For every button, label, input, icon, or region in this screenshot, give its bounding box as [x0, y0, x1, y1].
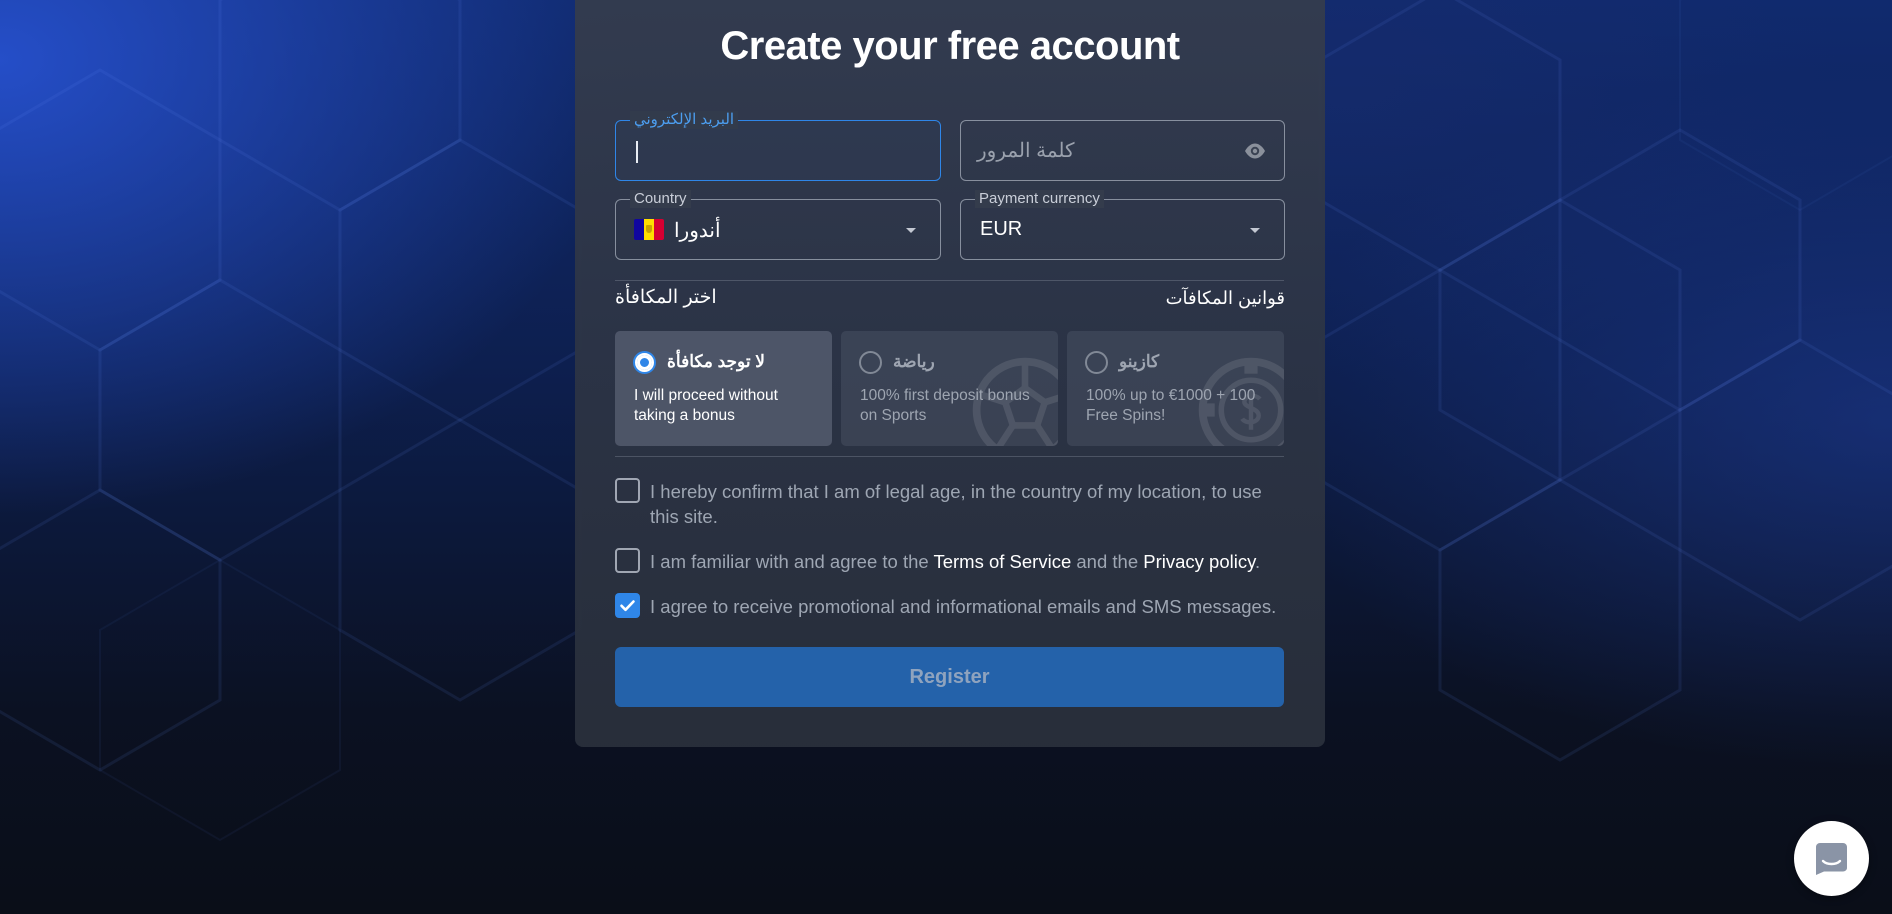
privacy-policy-link[interactable]: Privacy policy [1143, 551, 1255, 572]
currency-label: Payment currency [975, 190, 1104, 208]
bonus-option-none[interactable]: لا توجد مكافأة I will proceed without ta… [615, 331, 832, 446]
bonus-option-title: رياضة [893, 352, 935, 371]
email-label: البريد الإلكتروني [630, 111, 739, 129]
legal-age-text: I hereby confirm that I am of legal age,… [650, 481, 1262, 527]
country-value: أندورا [674, 220, 721, 242]
eye-icon[interactable] [1244, 141, 1266, 161]
divider [615, 280, 1284, 281]
chat-icon [1816, 843, 1847, 875]
radio-button[interactable] [633, 351, 656, 374]
currency-value: EUR [980, 218, 1023, 240]
radio-button[interactable] [1085, 351, 1108, 374]
bonus-option-sports[interactable]: رياضة 100% first deposit bonus on Sports [841, 331, 1058, 446]
bonus-option-casino[interactable]: كازينو 100% up to €1000 + 100 Free Spins… [1067, 331, 1284, 446]
register-button[interactable]: Register [615, 647, 1284, 707]
country-label: Country [630, 190, 691, 208]
terms-text: I am familiar with and agree to the Term… [650, 549, 1290, 574]
terms-text-middle: and the [1071, 551, 1144, 572]
bonus-option-description: I will proceed without taking a bonus [634, 387, 778, 424]
divider [615, 456, 1284, 457]
registration-card: Create your free account البريد الإلكترو… [575, 0, 1325, 747]
currency-select[interactable]: Payment currency EUR [960, 190, 1285, 260]
terms-text-before: I am familiar with and agree to the [650, 551, 934, 572]
bonus-option-description: 100% first deposit bonus on Sports [860, 387, 1030, 424]
password-placeholder: كلمة المرور [977, 140, 1075, 162]
bonus-option-description: 100% up to €1000 + 100 Free Spins! [1086, 387, 1256, 424]
chevron-down-icon [1250, 228, 1260, 233]
legal-age-checkbox[interactable] [615, 478, 640, 503]
chat-widget-button[interactable] [1794, 821, 1869, 896]
radio-button[interactable] [859, 351, 882, 374]
promo-text: I agree to receive promotional and infor… [650, 596, 1277, 617]
promo-checkbox[interactable] [615, 593, 640, 618]
bonus-option-title: كازينو [1119, 352, 1160, 371]
terms-text-after: . [1254, 551, 1261, 572]
andorra-flag-icon [634, 219, 664, 240]
chevron-down-icon [906, 228, 916, 233]
country-select[interactable]: Country أندورا [615, 190, 941, 260]
password-field[interactable]: كلمة المرور [960, 120, 1285, 181]
page-title: Create your free account [720, 24, 1180, 68]
terms-of-service-link[interactable]: Terms of Service [933, 551, 1071, 572]
bonus-rules-link[interactable]: قوانين المكافآت [1166, 288, 1285, 309]
checkmark-icon [620, 600, 635, 612]
text-caret [636, 141, 638, 163]
email-field[interactable]: البريد الإلكتروني [615, 111, 941, 181]
bonus-option-title: لا توجد مكافأة [667, 352, 765, 371]
bonus-heading: اختر المكافأة [615, 287, 717, 308]
terms-checkbox[interactable] [615, 548, 640, 573]
